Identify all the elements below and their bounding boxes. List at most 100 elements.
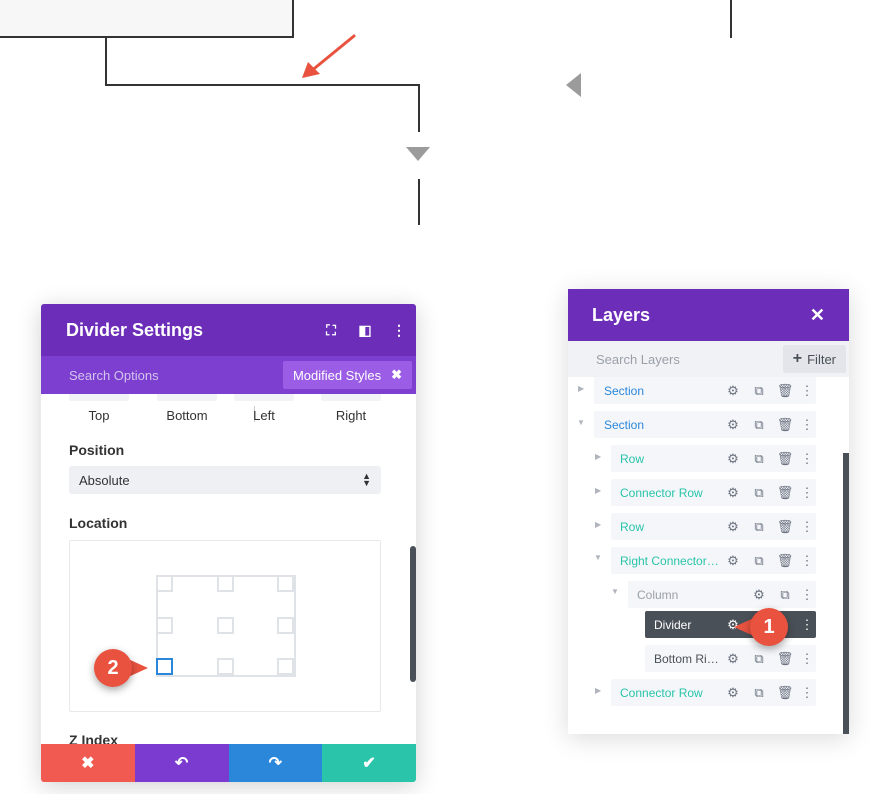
more-icon[interactable]: ⋮: [798, 553, 816, 569]
expand-caret-icon[interactable]: ▶: [595, 520, 601, 529]
gear-icon[interactable]: ⚙: [720, 383, 746, 399]
location-center-left[interactable]: [156, 617, 173, 634]
modified-styles-label: Modified Styles: [292, 367, 382, 383]
trash-icon[interactable]: 🗑: [772, 485, 798, 501]
redo-button[interactable]: ↷: [228, 744, 323, 782]
more-icon[interactable]: ⋮: [798, 451, 816, 467]
gear-icon[interactable]: ⚙: [720, 451, 746, 467]
close-icon[interactable]: ✕: [810, 305, 825, 326]
trash-icon[interactable]: 🗑: [772, 451, 798, 467]
filter-button[interactable]: + Filter: [782, 345, 846, 373]
location-center[interactable]: [217, 617, 234, 634]
location-top-left[interactable]: [156, 575, 173, 592]
gear-icon[interactable]: ⚙: [720, 685, 746, 701]
position-select[interactable]: Absolute ▲ ▼: [69, 466, 381, 494]
location-top-right[interactable]: [277, 575, 294, 592]
canvas-box: [0, 0, 294, 38]
more-options-icon[interactable]: ⋮: [382, 322, 416, 339]
duplicate-icon[interactable]: ⧉: [746, 685, 772, 701]
more-icon[interactable]: ⋮: [798, 383, 816, 399]
more-icon[interactable]: ⋮: [798, 651, 816, 667]
split-view-icon[interactable]: ◧: [348, 322, 382, 339]
duplicate-icon[interactable]: ⧉: [746, 485, 772, 501]
layers-search-bar: Search Layers + Filter: [568, 341, 849, 377]
more-icon[interactable]: ⋮: [798, 587, 816, 603]
expand-caret-icon[interactable]: ▶: [595, 486, 601, 495]
layers-scrollbar[interactable]: [843, 453, 849, 734]
settings-title: Divider Settings: [66, 319, 204, 340]
settings-header: Divider Settings ⛶ ◧ ⋮: [41, 304, 416, 356]
position-value: Absolute: [79, 472, 130, 488]
duplicate-icon[interactable]: ⧉: [746, 651, 772, 667]
collapse-caret-icon[interactable]: ▼: [611, 587, 619, 596]
collapse-caret-icon[interactable]: ▼: [577, 418, 585, 427]
layer-item[interactable]: Connector Row ⚙ ⧉ 🗑 ⋮: [611, 479, 816, 506]
cancel-button[interactable]: ✖: [41, 744, 135, 782]
settings-scrollbar[interactable]: [410, 546, 416, 682]
undo-button[interactable]: ↶: [134, 744, 229, 782]
bottom-input[interactable]: [157, 394, 217, 401]
connector-line-v3: [418, 179, 420, 225]
search-layers-input[interactable]: Search Layers: [596, 352, 680, 367]
more-icon[interactable]: ⋮: [798, 519, 816, 535]
location-bottom-right[interactable]: [277, 658, 294, 675]
right-input[interactable]: [321, 394, 381, 401]
gear-icon[interactable]: ⚙: [746, 587, 772, 603]
duplicate-icon[interactable]: ⧉: [746, 553, 772, 569]
duplicate-icon[interactable]: ⧉: [772, 587, 798, 603]
layers-title: Layers: [592, 304, 651, 325]
search-options-input[interactable]: Search Options: [69, 368, 159, 383]
trash-icon[interactable]: 🗑: [772, 651, 798, 667]
duplicate-icon[interactable]: ⧉: [746, 417, 772, 433]
location-bottom-center[interactable]: [217, 658, 234, 675]
layer-item[interactable]: Section ⚙ ⧉ 🗑 ⋮: [594, 377, 816, 404]
trash-icon[interactable]: 🗑: [772, 519, 798, 535]
trash-icon[interactable]: 🗑: [772, 417, 798, 433]
layer-item[interactable]: Right Connector Row ⚙⧉🗑⋮: [611, 547, 816, 574]
expand-caret-icon[interactable]: ▶: [578, 384, 584, 393]
duplicate-icon[interactable]: ⧉: [746, 519, 772, 535]
gear-icon[interactable]: ⚙: [720, 485, 746, 501]
layer-item-selected[interactable]: Divider ⚙ ⋮: [645, 611, 816, 638]
expand-caret-icon[interactable]: ▶: [595, 452, 601, 461]
layer-item[interactable]: Column ⚙ ⧉ ⋮: [628, 581, 816, 608]
modified-styles-button[interactable]: Modified Styles ✖: [282, 361, 412, 389]
settings-body: Top Bottom Left Right Position Absolute …: [41, 394, 416, 748]
location-center-right[interactable]: [277, 617, 294, 634]
top-input[interactable]: [69, 394, 129, 401]
connector-line-h: [105, 84, 420, 86]
layer-item[interactable]: Row ⚙ ⧉ 🗑 ⋮: [611, 445, 816, 472]
trash-icon[interactable]: 🗑: [772, 685, 798, 701]
layer-item[interactable]: Connector Row ⚙ ⧉ 🗑 ⋮: [611, 679, 816, 706]
more-icon[interactable]: ⋮: [798, 617, 816, 633]
location-bottom-left[interactable]: [156, 658, 173, 675]
more-icon[interactable]: ⋮: [798, 685, 816, 701]
location-top-center[interactable]: [217, 575, 234, 592]
trash-icon[interactable]: 🗑: [772, 383, 798, 399]
layer-item[interactable]: Section ⚙ ⧉ 🗑 ⋮: [594, 411, 816, 438]
expand-caret-icon[interactable]: ▶: [595, 686, 601, 695]
location-label: Location: [69, 515, 128, 531]
gear-icon[interactable]: ⚙: [720, 651, 746, 667]
duplicate-icon[interactable]: ⧉: [746, 383, 772, 399]
more-icon[interactable]: ⋮: [798, 485, 816, 501]
layer-item[interactable]: Row ⚙ ⧉ 🗑 ⋮: [611, 513, 816, 540]
connector-line-v2: [418, 84, 420, 132]
red-arrow-icon: [302, 34, 356, 78]
settings-footer: ✖ ↶ ↷ ✔: [41, 744, 416, 782]
expand-icon[interactable]: ⛶: [314, 322, 348, 339]
trash-icon[interactable]: 🗑: [772, 553, 798, 569]
collapse-caret-icon[interactable]: ▼: [594, 553, 602, 562]
duplicate-icon[interactable]: ⧉: [746, 451, 772, 467]
save-button[interactable]: ✔: [322, 744, 416, 782]
gear-icon[interactable]: ⚙: [720, 519, 746, 535]
spacing-labels: Top Bottom Left Right: [69, 406, 379, 424]
gear-icon[interactable]: ⚙: [720, 553, 746, 569]
more-icon[interactable]: ⋮: [798, 417, 816, 433]
top-label: Top: [88, 408, 110, 423]
left-input[interactable]: [234, 394, 294, 401]
layer-item[interactable]: Bottom Right Divider ⚙⧉🗑⋮: [645, 645, 816, 672]
close-icon[interactable]: ✖: [391, 367, 402, 383]
gear-icon[interactable]: ⚙: [720, 417, 746, 433]
settings-search-bar: Search Options Modified Styles ✖: [41, 356, 416, 394]
